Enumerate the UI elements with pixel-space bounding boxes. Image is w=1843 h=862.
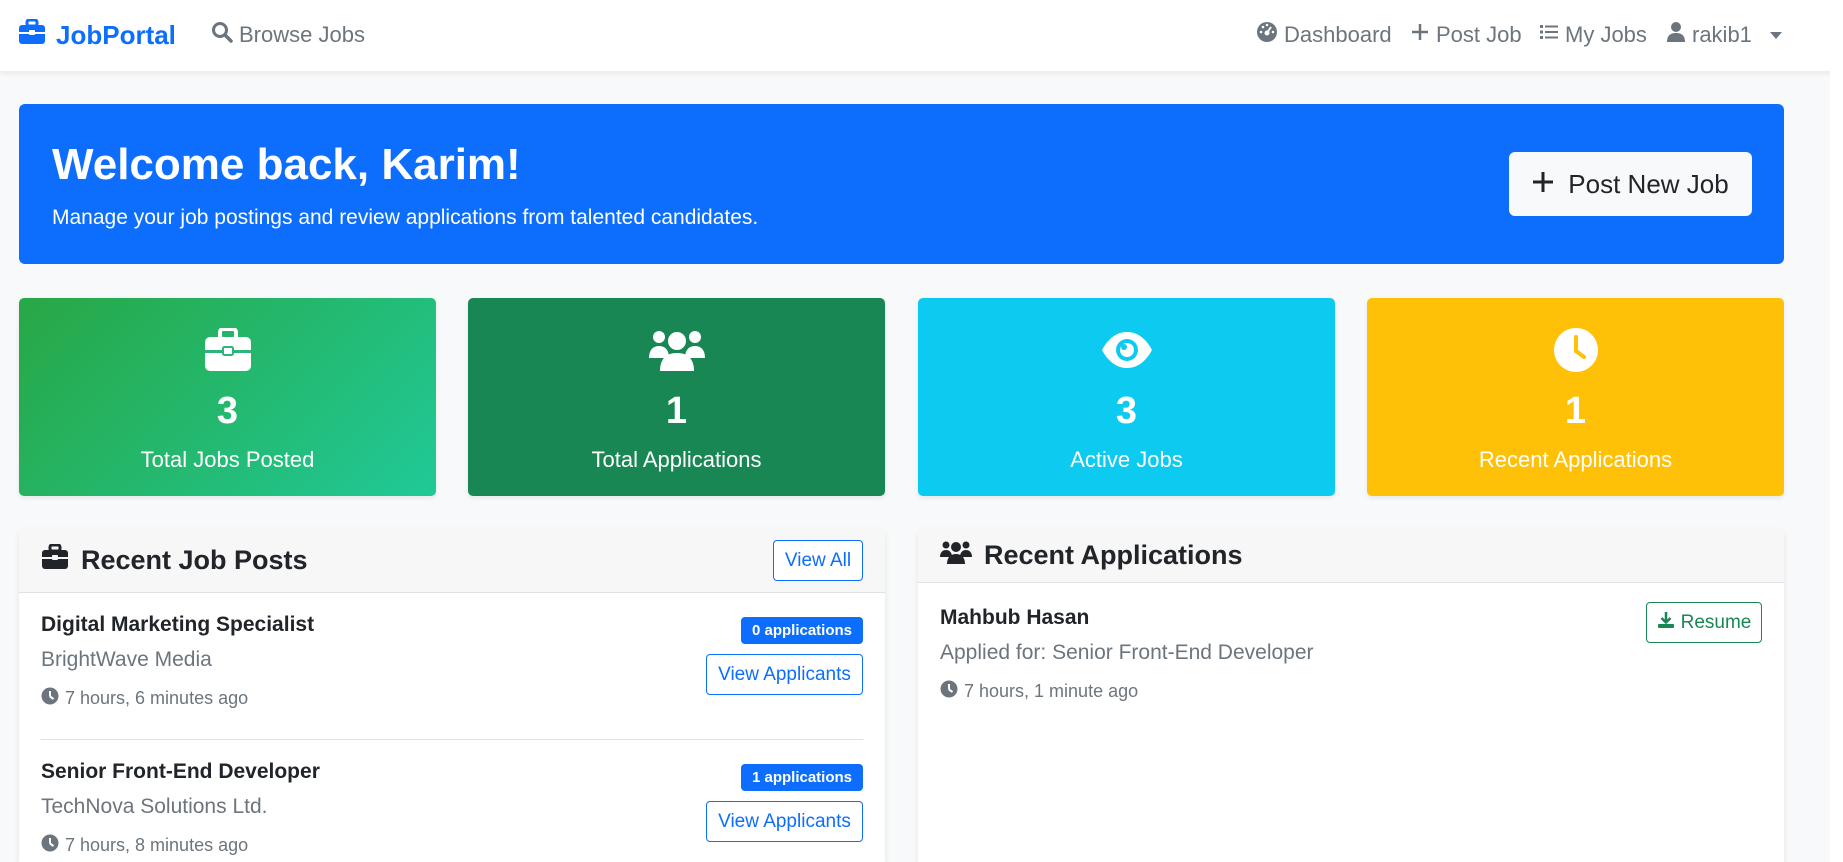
- plus-icon: [1532, 169, 1554, 200]
- clock-icon: [41, 834, 59, 857]
- job-time-text: 7 hours, 8 minutes ago: [65, 835, 249, 855]
- applicant-name: Mahbub Hasan: [940, 606, 1090, 629]
- job-title: Digital Marketing Specialist: [41, 613, 315, 636]
- applications-badge: 1 applications: [740, 764, 863, 791]
- nav-dashboard-label: Dashboard: [1284, 22, 1392, 47]
- stat-card-active-jobs: 3 Active Jobs: [918, 298, 1335, 496]
- job-time-text: 7 hours, 6 minutes ago: [65, 688, 249, 708]
- divider: [41, 739, 863, 740]
- stat-label: Active Jobs: [1070, 447, 1183, 472]
- panel-title: Recent Applications: [940, 539, 1243, 572]
- panel-title: Recent Job Posts: [41, 543, 308, 577]
- list-item: Senior Front-End Developer TechNova Solu…: [41, 760, 863, 862]
- view-applicants-label: View Applicants: [718, 810, 851, 832]
- resume-label: Resume: [1680, 611, 1752, 633]
- stat-label: Total Jobs Posted: [140, 447, 315, 472]
- job-posted-time: 7 hours, 8 minutes ago: [41, 834, 248, 857]
- nav-post-job-label: Post Job: [1436, 22, 1522, 47]
- briefcase-icon: [41, 543, 69, 577]
- page-scrollbar[interactable]: [1830, 0, 1843, 862]
- applied-time-text: 7 hours, 1 minute ago: [964, 681, 1139, 701]
- panel-title-text: Recent Applications: [984, 540, 1243, 570]
- resume-button[interactable]: Resume: [1646, 602, 1762, 643]
- welcome-title: Welcome back, Karim!: [52, 140, 521, 189]
- nav-post-job[interactable]: Post Job: [1410, 18, 1522, 52]
- gauge-icon: [1256, 21, 1278, 49]
- job-company: BrightWave Media: [41, 648, 212, 671]
- user-menu-toggle[interactable]: rakib1: [1666, 18, 1782, 52]
- view-applicants-button[interactable]: View Applicants: [706, 801, 863, 842]
- applied-time: 7 hours, 1 minute ago: [940, 680, 1138, 703]
- job-title: Senior Front-End Developer: [41, 760, 320, 783]
- nav-browse-label: Browse Jobs: [239, 22, 365, 47]
- nav-my-jobs-label: My Jobs: [1565, 22, 1647, 47]
- briefcase-icon: [18, 18, 46, 52]
- chevron-down-icon: [1769, 31, 1782, 39]
- applied-for: Applied for: Senior Front-End Developer: [940, 641, 1314, 664]
- stat-value: 3: [1115, 390, 1138, 432]
- clock-icon: [41, 687, 59, 710]
- applications-badge: 0 applications: [740, 617, 863, 644]
- stat-card-recent-applications: 1 Recent Applications: [1367, 298, 1784, 496]
- view-applicants-button[interactable]: View Applicants: [706, 654, 863, 695]
- clock-icon: [940, 680, 958, 703]
- top-navbar: JobPortal Browse Jobs Dashboard Post Job…: [0, 0, 1843, 72]
- eye-icon: [918, 318, 1335, 382]
- stat-value: 3: [216, 390, 239, 432]
- welcome-banner: Welcome back, Karim! Manage your job pos…: [19, 104, 1784, 264]
- search-icon: [211, 21, 233, 49]
- stat-card-total-applications: 1 Total Applications: [468, 298, 885, 496]
- briefcase-icon: [19, 318, 436, 382]
- stat-value: 1: [665, 390, 688, 432]
- welcome-subtitle: Manage your job postings and review appl…: [52, 206, 759, 229]
- nav-browse-jobs[interactable]: Browse Jobs: [211, 18, 365, 52]
- user-name: rakib1: [1692, 22, 1752, 47]
- brand-link[interactable]: JobPortal: [18, 18, 176, 52]
- recent-job-posts-panel: Recent Job Posts View All Digital Market…: [19, 529, 885, 862]
- job-posted-time: 7 hours, 6 minutes ago: [41, 687, 248, 710]
- post-new-job-label: Post New Job: [1568, 168, 1729, 199]
- job-company: TechNova Solutions Ltd.: [41, 795, 268, 818]
- stat-value: 1: [1564, 390, 1587, 432]
- brand-name: JobPortal: [56, 19, 176, 50]
- view-all-label: View All: [784, 549, 852, 571]
- list-item: Digital Marketing Specialist BrightWave …: [41, 613, 863, 735]
- users-icon: [940, 539, 972, 572]
- plus-icon: [1410, 22, 1430, 48]
- view-applicants-label: View Applicants: [718, 663, 851, 685]
- nav-dashboard[interactable]: Dashboard: [1256, 18, 1392, 52]
- stat-label: Total Applications: [591, 447, 762, 472]
- recent-applications-panel: Recent Applications Mahbub Hasan Applied…: [918, 529, 1784, 862]
- panel-header: Recent Job Posts View All: [19, 529, 885, 593]
- view-all-button[interactable]: View All: [773, 540, 863, 581]
- stat-card-total-jobs: 3 Total Jobs Posted: [19, 298, 436, 496]
- clock-icon: [1367, 318, 1784, 382]
- panel-header: Recent Applications: [918, 529, 1784, 583]
- users-icon: [468, 318, 885, 382]
- list-item: Mahbub Hasan Applied for: Senior Front-E…: [940, 602, 1762, 716]
- nav-my-jobs[interactable]: My Jobs: [1539, 18, 1647, 52]
- list-icon: [1539, 22, 1559, 48]
- panel-title-text: Recent Job Posts: [81, 545, 308, 575]
- post-new-job-button[interactable]: Post New Job: [1509, 152, 1752, 216]
- stat-label: Recent Applications: [1478, 447, 1673, 472]
- download-icon: [1657, 611, 1675, 635]
- user-icon: [1666, 21, 1686, 49]
